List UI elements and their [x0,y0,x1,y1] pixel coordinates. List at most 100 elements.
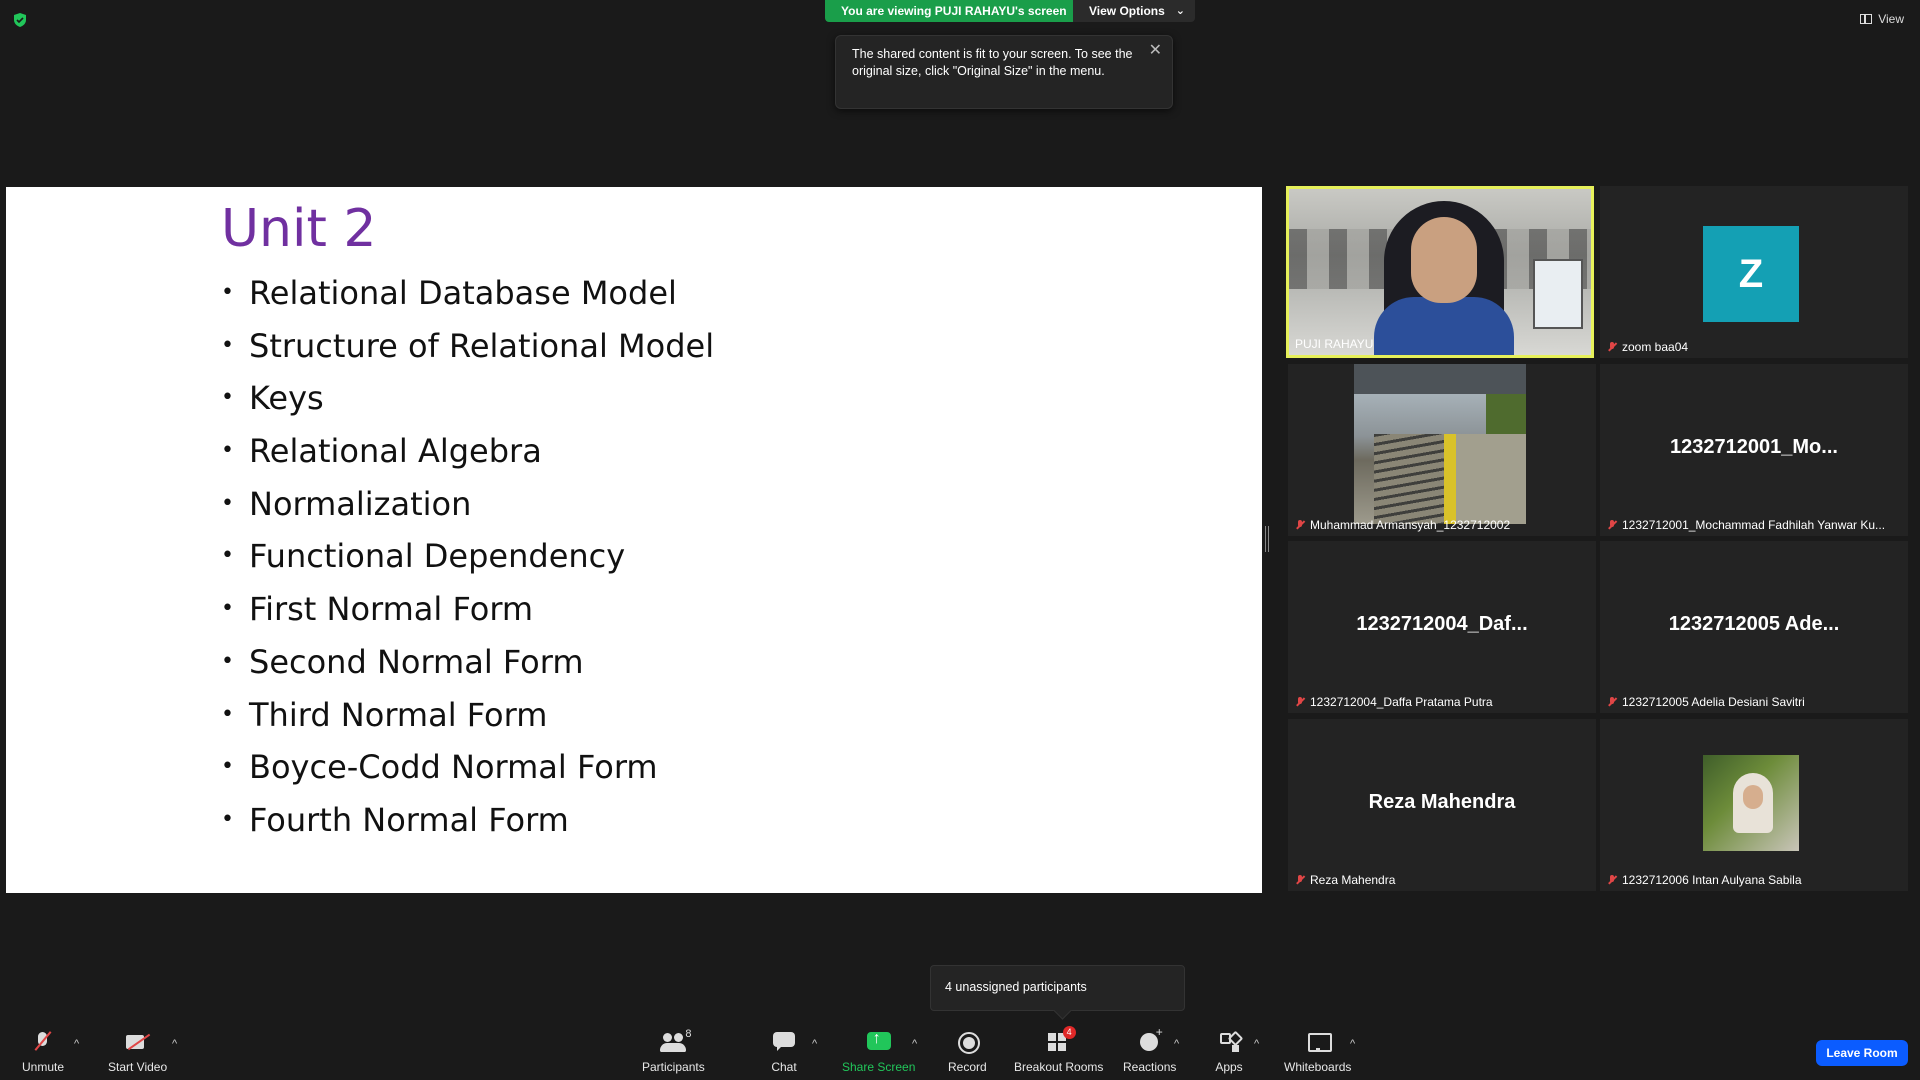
breakout-count-badge: 4 [1062,1026,1076,1039]
participant-display-name: 1232712004_Daf... [1356,613,1528,635]
video-tile[interactable]: 1232712004_Daf... 1232712004_Daffa Prata… [1288,541,1596,713]
slide-title: Unit 2 [221,199,377,259]
camera-off-icon [124,1030,152,1054]
chat-button[interactable]: Chat [770,1030,798,1078]
slide-bullet-item: • Boyce-Codd Normal Form [221,748,658,787]
record-label: Record [948,1060,987,1074]
record-icon [953,1030,981,1054]
view-options-label: View Options [1089,4,1165,18]
video-tile[interactable]: Muhammad Armansyah_1232712002 [1288,364,1596,536]
slide-bullet-item: • Fourth Normal Form [221,800,569,839]
reactions-label: Reactions [1123,1060,1177,1074]
share-screen-button[interactable]: Share Screen [842,1030,915,1078]
slide-bullet-item: • Third Normal Form [221,695,548,734]
unassigned-participants-text: 4 unassigned participants [945,980,1087,994]
whiteboards-label: Whiteboards [1284,1060,1352,1074]
share-screen-icon [865,1030,893,1054]
slide-bullet-item: • Keys [221,379,324,418]
participant-count: 8 [685,1028,692,1040]
reactions-button[interactable]: Reactions [1123,1025,1177,1078]
slide-bullet-item: • Normalization [221,484,472,523]
tooltip-text: The shared content is fit to your screen… [852,47,1133,78]
reactions-options-chevron-icon[interactable]: ^ [1174,1038,1179,1050]
slide-bullet-item: • Relational Algebra [221,432,542,471]
muted-mic-icon [1606,696,1618,708]
start-video-label: Start Video [108,1060,168,1074]
unassigned-participants-popup[interactable]: 4 unassigned participants [930,965,1185,1011]
whiteboard-icon [1304,1030,1332,1054]
participant-display-name: Reza Mahendra [1368,791,1516,813]
participants-label: Participants [642,1060,705,1074]
muted-mic-icon [1606,874,1618,886]
video-tile[interactable]: 1232712005 Ade... 1232712005 Adelia Desi… [1600,541,1908,713]
slide-bullet-item: • Relational Database Model [221,274,677,312]
participant-name-label: Muhammad Armansyah_1232712002 [1294,518,1510,532]
security-shield-icon[interactable] [12,12,28,28]
audio-options-chevron-icon[interactable]: ^ [74,1038,79,1050]
video-tile[interactable]: Reza Mahendra Reza Mahendra [1288,719,1596,891]
participants-icon: 8 [659,1028,691,1054]
participant-name-label: 1232712005 Adelia Desiani Savitri [1606,695,1805,709]
split-view-drag-handle[interactable] [1265,526,1269,552]
muted-mic-icon [1294,696,1306,708]
participant-name-label: 1232712004_Daffa Pratama Putra [1294,695,1493,709]
video-tile[interactable]: Z zoom baa04 [1600,186,1908,358]
view-button[interactable]: View [1860,12,1904,26]
slide-bullet-item: • Second Normal Form [221,642,584,681]
participant-video [1354,364,1526,524]
breakout-rooms-label: Breakout Rooms [1014,1060,1104,1074]
participant-name-label: 1232712006 Intan Aulyana Sabila [1606,873,1802,887]
whiteboards-options-chevron-icon[interactable]: ^ [1350,1038,1355,1050]
slide-bullet-item: • Functional Dependency [221,537,626,576]
start-video-button[interactable]: Start Video [108,1030,167,1078]
share-options-chevron-icon[interactable]: ^ [912,1038,917,1050]
apps-label: Apps [1215,1060,1243,1074]
avatar [1703,755,1799,851]
apps-options-chevron-icon[interactable]: ^ [1254,1038,1259,1050]
unmute-label: Unmute [22,1060,65,1074]
slide-bullet-list: • Relational Database Model • Structure of… [221,267,714,847]
layout-grid-icon [1860,14,1873,24]
muted-mic-icon [1606,519,1618,531]
breakout-rooms-button[interactable]: 4 Breakout Rooms [1014,1026,1104,1078]
participant-name-label: 1232712001_Mochammad Fadhilah Yanwar Ku.… [1606,518,1885,532]
muted-mic-icon [1294,519,1306,531]
fit-screen-tooltip: The shared content is fit to your screen… [835,35,1173,109]
microphone-muted-icon [29,1030,57,1054]
reactions-icon [1136,1025,1164,1054]
chat-icon [770,1030,798,1054]
breakout-rooms-icon: 4 [1045,1026,1076,1054]
avatar: Z [1703,226,1799,322]
view-button-label: View [1878,12,1904,26]
video-tile[interactable]: 1232712001_Mo... 1232712001_Mochammad Fa… [1600,364,1908,536]
apps-icon [1215,1030,1243,1054]
zoom-meeting-window: You are viewing PUJI RAHAYU's screen Vie… [0,0,1920,1080]
participant-video [1289,189,1591,355]
chevron-down-icon: ⌄ [1175,5,1185,17]
participant-name-label: PUJI RAHAYU [1295,337,1374,351]
view-options-button[interactable]: View Options ⌄ [1073,0,1195,22]
leave-room-button[interactable]: Leave Room [1816,1040,1908,1066]
participant-name-label: Reza Mahendra [1294,873,1395,887]
participant-name-label: zoom baa04 [1606,340,1688,354]
muted-mic-icon [1606,341,1618,353]
unmute-button[interactable]: Unmute [22,1030,64,1078]
participants-button[interactable]: 8 Participants [642,1028,705,1078]
participant-display-name: 1232712001_Mo... [1670,436,1838,458]
video-tile[interactable]: 1232712006 Intan Aulyana Sabila [1600,719,1908,891]
chat-options-chevron-icon[interactable]: ^ [812,1038,817,1050]
video-options-chevron-icon[interactable]: ^ [172,1038,177,1050]
whiteboards-button[interactable]: Whiteboards [1284,1030,1351,1078]
record-button[interactable]: Record [948,1030,987,1078]
participant-display-name: 1232712005 Ade... [1668,613,1840,635]
slide-bullet-item: • Structure of Relational Model [221,326,715,365]
close-icon[interactable]: ✕ [1149,42,1162,59]
shared-screen-slide: Unit 2 • Relational Database Model • Struc… [6,187,1262,893]
muted-mic-icon [1294,874,1306,886]
chat-label: Chat [771,1060,797,1074]
slide-bullet-item: • First Normal Form [221,590,534,629]
apps-button[interactable]: Apps [1215,1030,1243,1078]
video-tile-active-speaker[interactable]: PUJI RAHAYU [1286,186,1594,358]
share-screen-label: Share Screen [842,1060,916,1074]
viewing-screen-banner: You are viewing PUJI RAHAYU's screen [825,0,1083,22]
